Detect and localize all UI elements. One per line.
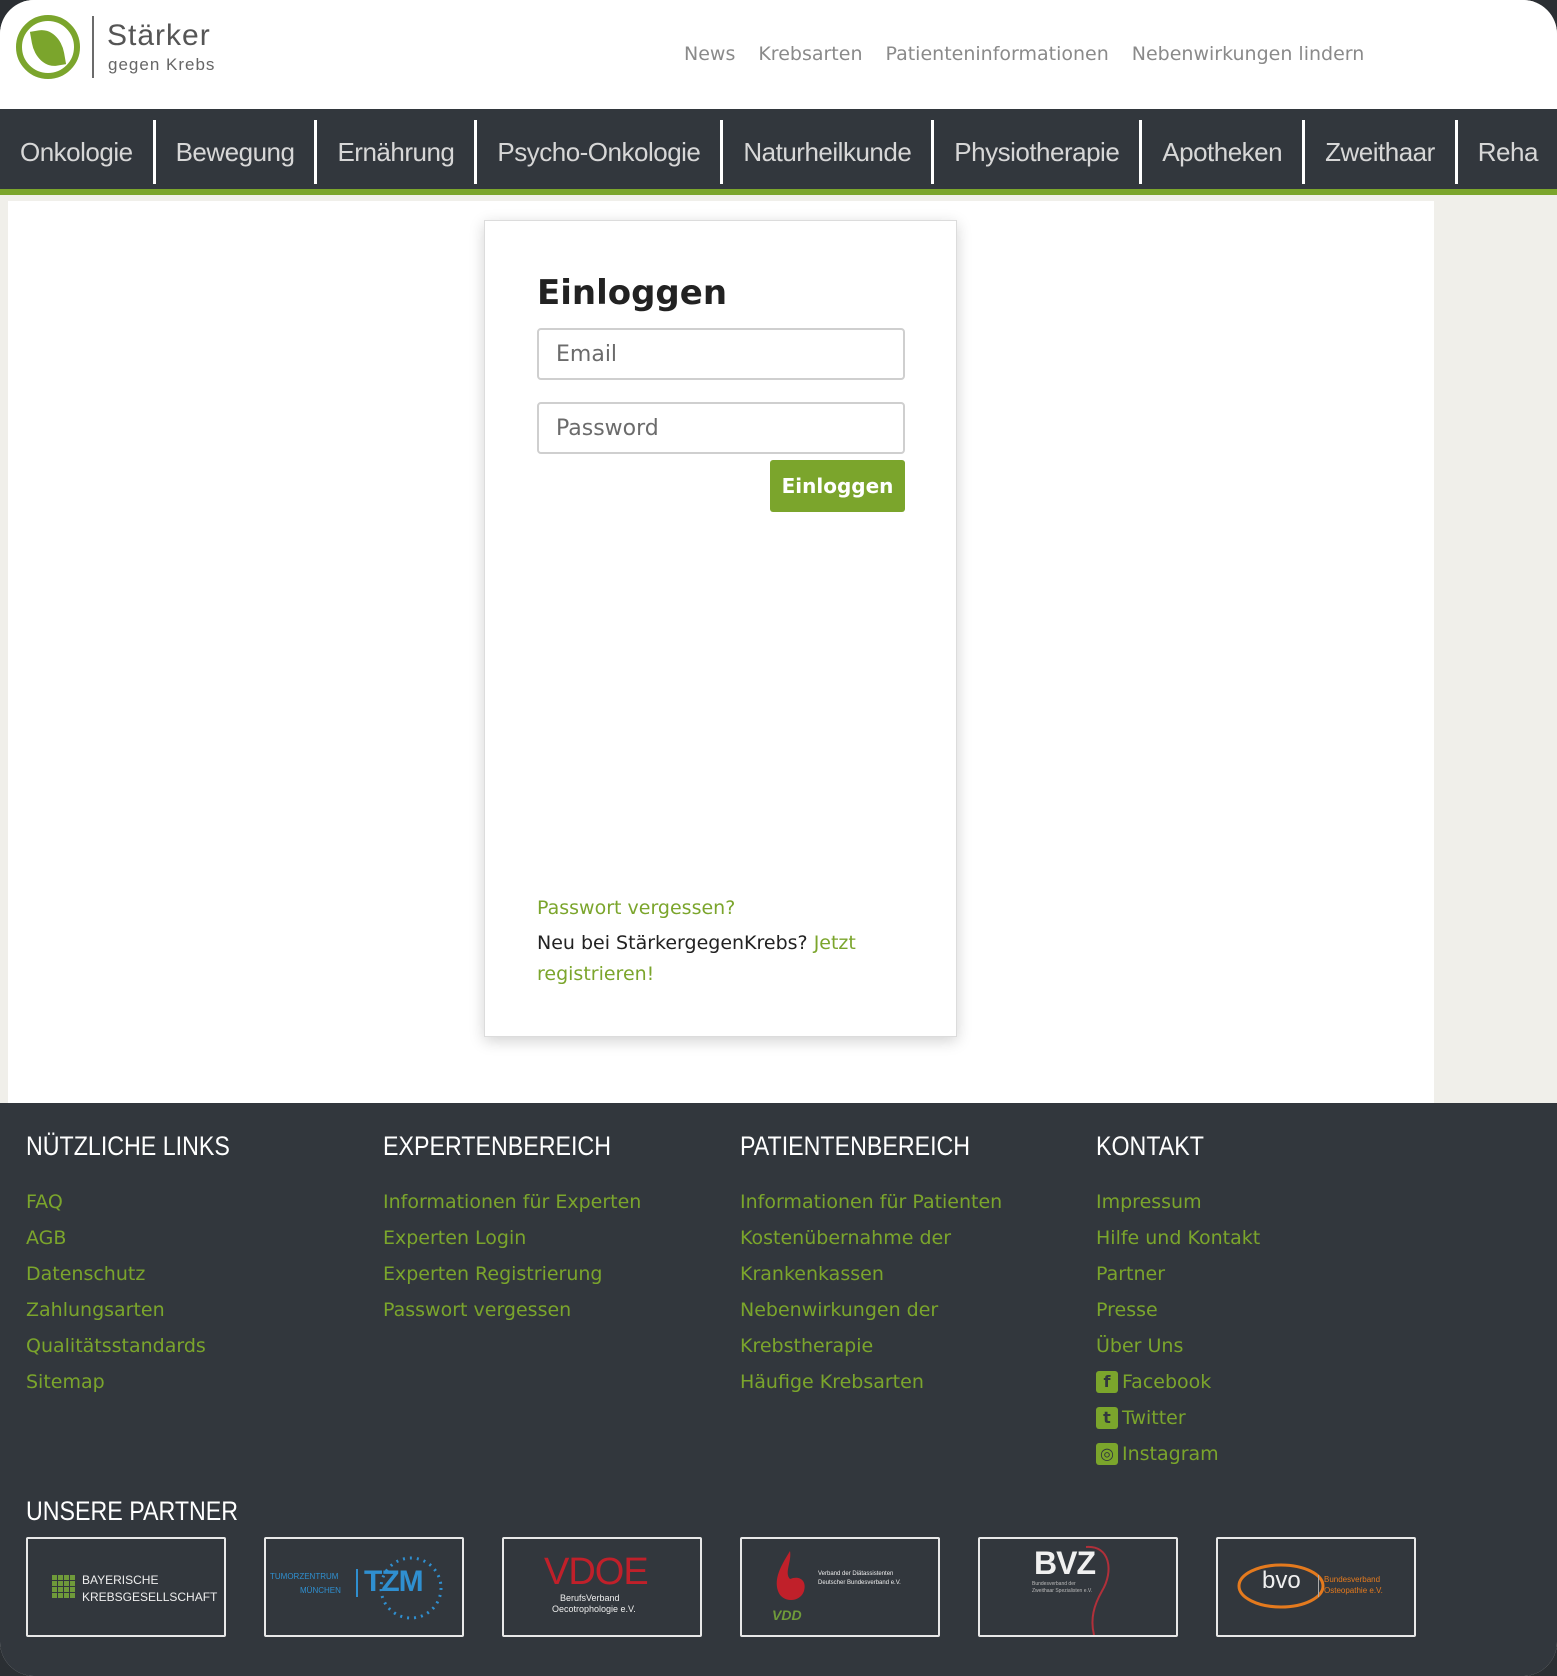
footer-link-facebook[interactable]: f Facebook: [1096, 1364, 1260, 1400]
footer-link-zahlungsarten[interactable]: Zahlungsarten: [26, 1292, 263, 1328]
partner-text: Zweithaar Spezialisten e.V.: [1032, 1588, 1093, 1594]
partner-text: Bundesverband der: [1032, 1581, 1076, 1587]
partner-text: Oecotrophologie e.V.: [552, 1604, 636, 1614]
footer: NÜTZLICHE LINKS FAQ AGB Datenschutz Zahl…: [0, 1103, 1557, 1676]
twitter-label: Twitter: [1122, 1407, 1186, 1429]
top-nav-krebsarten[interactable]: Krebsarten: [758, 43, 862, 65]
partner-divider: [1318, 1575, 1319, 1597]
forgot-password-link[interactable]: Passwort vergessen?: [537, 897, 735, 919]
top-nav-nebenwirkungen[interactable]: Nebenwirkungen lindern: [1132, 43, 1365, 65]
footer-link-info-patienten[interactable]: Informationen für Patienten: [740, 1184, 1008, 1220]
facebook-icon: f: [1096, 1371, 1118, 1393]
footer-link-krankenkassen[interactable]: Krankenkassen: [740, 1256, 1008, 1292]
new-user-text: Neu bei StärkergegenKrebs?: [537, 932, 808, 954]
drop-icon: [776, 1551, 805, 1600]
dotted-ring-icon: [379, 1556, 443, 1620]
footer-link-faq[interactable]: FAQ: [26, 1184, 263, 1220]
login-title: Einloggen: [537, 273, 728, 313]
footer-link-kostenuebernahme[interactable]: Kostenübernahme der: [740, 1220, 1008, 1256]
partner-text: TUMORZENTRUM: [270, 1572, 339, 1581]
logo-divider: [92, 16, 94, 78]
footer-link-impressum[interactable]: Impressum: [1096, 1184, 1260, 1220]
instagram-icon: ◎: [1096, 1443, 1118, 1465]
instagram-label: Instagram: [1122, 1443, 1219, 1465]
footer-link-datenschutz[interactable]: Datenschutz: [26, 1256, 263, 1292]
footer-link-passwort-vergessen[interactable]: Passwort vergessen: [383, 1292, 648, 1328]
twitter-icon: t: [1096, 1407, 1118, 1429]
partner-text: Verband der Diätassistenten: [818, 1571, 894, 1577]
login-button[interactable]: Einloggen: [770, 460, 905, 512]
site-logo[interactable]: Stärker gegen Krebs: [16, 15, 226, 79]
logo-text-sub: gegen Krebs: [108, 55, 216, 74]
main-nav-naturheilkunde[interactable]: Naturheilkunde: [723, 120, 935, 184]
partner-logo-bvz[interactable]: BVZ Bundesverband der Zweithaar Speziali…: [978, 1537, 1178, 1637]
footer-heading: PATIENTENBEREICH: [740, 1131, 971, 1161]
facebook-label: Facebook: [1122, 1371, 1212, 1393]
partner-logo-vdoe[interactable]: VDOE BerufsVerband Oecotrophologie e.V.: [502, 1537, 702, 1637]
footer-link-experten-registrierung[interactable]: Experten Registrierung: [383, 1256, 648, 1292]
partner-mark: VDD: [772, 1607, 802, 1623]
password-field[interactable]: [537, 402, 905, 454]
footer-link-krebstherapie[interactable]: Krebstherapie: [740, 1328, 1008, 1364]
footer-col-patienten: PATIENTENBEREICH Informationen für Patie…: [740, 1131, 1008, 1400]
partner-text: KREBSGESELLSCHAFT: [82, 1590, 218, 1604]
partner-mark: bvo: [1262, 1567, 1301, 1594]
main-nav-physiotherapie[interactable]: Physiotherapie: [934, 120, 1143, 184]
main-nav-apotheken[interactable]: Apotheken: [1142, 120, 1306, 184]
page: Stärker gegen Krebs News Krebsarten Pati…: [0, 0, 1557, 1676]
partner-text: BAYERISCHE: [82, 1573, 159, 1587]
footer-link-nebenwirkungen[interactable]: Nebenwirkungen der: [740, 1292, 1008, 1328]
partner-mark: VDOE: [544, 1551, 649, 1593]
footer-col-links: NÜTZLICHE LINKS FAQ AGB Datenschutz Zahl…: [26, 1131, 263, 1400]
top-nav: News Krebsarten Patienteninformationen N…: [684, 43, 1364, 65]
header: Stärker gegen Krebs News Krebsarten Pati…: [0, 0, 1557, 109]
footer-link-ueber-uns[interactable]: Über Uns: [1096, 1328, 1260, 1364]
footer-col-kontakt: KONTAKT Impressum Hilfe und Kontakt Part…: [1096, 1131, 1260, 1472]
main-nav-bewegung[interactable]: Bewegung: [156, 120, 318, 184]
partner-logo-tzm[interactable]: TUMORZENTRUM MÜNCHEN TZM: [264, 1537, 464, 1637]
logo-text-main: Stärker: [107, 19, 211, 52]
partner-text: Osteopathie e.V.: [1324, 1586, 1383, 1595]
footer-heading: EXPERTENBEREICH: [383, 1131, 611, 1161]
grid-icon: [52, 1575, 75, 1598]
footer-link-hilfe-kontakt[interactable]: Hilfe und Kontakt: [1096, 1220, 1260, 1256]
footer-link-qualitaetsstandards[interactable]: Qualitätsstandards: [26, 1328, 263, 1364]
email-field[interactable]: [537, 328, 905, 380]
partner-logo-bvo[interactable]: bvo Bundesverband Osteopathie e.V.: [1216, 1537, 1416, 1637]
main-nav-zweithaar[interactable]: Zweithaar: [1305, 120, 1458, 184]
top-nav-patienteninformationen[interactable]: Patienteninformationen: [885, 43, 1108, 65]
main-nav-onkologie[interactable]: Onkologie: [0, 120, 156, 184]
main-nav-ernaehrung[interactable]: Ernährung: [317, 120, 478, 184]
login-card: Einloggen Einloggen Passwort vergessen? …: [484, 220, 957, 1037]
partner-logo-bayerische-krebsgesellschaft[interactable]: BAYERISCHE KREBSGESELLSCHAFT: [26, 1537, 226, 1637]
footer-link-info-experten[interactable]: Informationen für Experten: [383, 1184, 648, 1220]
partner-text: Deutscher Bundesverband e.V.: [818, 1580, 901, 1586]
main-nav-psycho-onkologie[interactable]: Psycho-Onkologie: [477, 120, 724, 184]
top-nav-news[interactable]: News: [684, 43, 735, 65]
partner-divider: [356, 1569, 358, 1597]
footer-heading: KONTAKT: [1096, 1131, 1204, 1161]
register-prompt: Neu bei StärkergegenKrebs? Jetzt registr…: [537, 928, 917, 990]
partner-logo-vdd[interactable]: VDD Verband der Diätassistenten Deutsche…: [740, 1537, 940, 1637]
footer-link-presse[interactable]: Presse: [1096, 1292, 1260, 1328]
footer-link-agb[interactable]: AGB: [26, 1220, 263, 1256]
footer-link-haeufige-krebsarten[interactable]: Häufige Krebsarten: [740, 1364, 1008, 1400]
main-nav: Onkologie Bewegung Ernährung Psycho-Onko…: [0, 109, 1557, 195]
partners-heading: UNSERE PARTNER: [26, 1496, 239, 1526]
footer-link-twitter[interactable]: t Twitter: [1096, 1400, 1260, 1436]
partner-text: BerufsVerband: [560, 1593, 620, 1603]
main-nav-reha[interactable]: Reha: [1458, 120, 1557, 184]
footer-heading: NÜTZLICHE LINKS: [26, 1131, 230, 1161]
partner-text: MÜNCHEN: [300, 1586, 341, 1595]
footer-link-sitemap[interactable]: Sitemap: [26, 1364, 263, 1400]
partner-text: Bundesverband: [1324, 1575, 1381, 1584]
footer-col-experten: EXPERTENBEREICH Informationen für Expert…: [383, 1131, 648, 1328]
footer-link-experten-login[interactable]: Experten Login: [383, 1220, 648, 1256]
footer-link-partner[interactable]: Partner: [1096, 1256, 1260, 1292]
footer-link-instagram[interactable]: ◎ Instagram: [1096, 1436, 1260, 1472]
